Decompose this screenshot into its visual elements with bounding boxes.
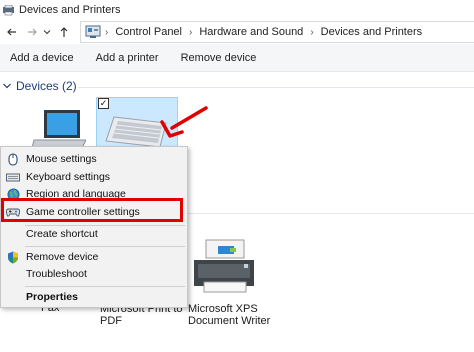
menu-item-label: Mouse settings — [26, 153, 97, 165]
menu-item-mouse-settings[interactable]: Mouse settings — [2, 150, 188, 168]
printers-group-divider — [186, 213, 474, 214]
context-menu: Mouse settings Keyboard settings Region … — [0, 146, 188, 308]
remove-device-button[interactable]: Remove device — [181, 52, 257, 64]
breadcrumb-separator: › — [189, 26, 193, 38]
back-button[interactable] — [4, 24, 20, 40]
menu-item-label: Keyboard settings — [26, 171, 111, 183]
menu-item-label: Properties — [26, 291, 78, 303]
annotation-arrow-icon — [160, 106, 208, 138]
mouse-icon — [6, 152, 20, 166]
devices-printers-icon — [3, 4, 14, 15]
devices-group-header[interactable]: Devices (2) — [0, 76, 474, 96]
command-bar: Add a device Add a printer Remove device — [0, 44, 474, 72]
selection-checkbox[interactable]: ✓ — [98, 98, 109, 109]
menu-divider — [25, 246, 185, 247]
menu-item-properties[interactable]: Properties — [2, 288, 188, 306]
menu-item-label: Remove device — [26, 251, 99, 263]
menu-item-create-shortcut[interactable]: Create shortcut — [2, 225, 188, 243]
menu-item-label: Troubleshoot — [26, 268, 87, 280]
menu-item-label: Create shortcut — [26, 228, 98, 240]
forward-button[interactable] — [24, 24, 40, 40]
arrow-up-icon — [60, 27, 68, 37]
breadcrumb-control-panel[interactable]: Control Panel — [115, 26, 182, 38]
printer-name-line: PDF — [100, 315, 122, 327]
shield-icon — [6, 250, 20, 264]
printer-icon[interactable] — [190, 238, 258, 298]
annotation-highlight-box — [1, 198, 183, 222]
menu-item-remove-device[interactable]: Remove device — [2, 248, 188, 266]
address-box[interactable]: › Control Panel › Hardware and Sound › D… — [80, 21, 474, 43]
add-printer-button[interactable]: Add a printer — [96, 52, 159, 64]
breadcrumb-separator: › — [310, 26, 314, 38]
menu-divider — [25, 286, 185, 287]
keyboard-icon — [6, 170, 20, 184]
printer-name-line: Microsoft XPS — [188, 303, 258, 315]
title-bar: Devices and Printers — [0, 0, 474, 20]
arrow-right-icon — [28, 28, 37, 36]
chevron-down-icon — [43, 30, 51, 35]
group-divider — [78, 87, 474, 88]
window-title: Devices and Printers — [19, 4, 121, 16]
control-panel-icon — [85, 25, 101, 38]
breadcrumb-hardware-and-sound[interactable]: Hardware and Sound — [199, 26, 303, 38]
address-bar: › Control Panel › Hardware and Sound › D… — [0, 20, 474, 44]
recent-locations-button[interactable] — [42, 24, 52, 40]
breadcrumb-separator: › — [105, 26, 109, 38]
arrow-left-icon — [7, 28, 16, 36]
menu-item-troubleshoot[interactable]: Troubleshoot — [2, 265, 188, 283]
menu-item-keyboard-settings[interactable]: Keyboard settings — [2, 168, 188, 186]
breadcrumb-devices-and-printers[interactable]: Devices and Printers — [321, 26, 423, 38]
devices-group-label: Devices (2) — [16, 79, 77, 93]
add-device-button[interactable]: Add a device — [10, 52, 74, 64]
up-button[interactable] — [56, 24, 72, 40]
printer-xps-label[interactable]: Microsoft XPS Document Writer — [188, 303, 270, 327]
chevron-down-icon — [3, 83, 11, 89]
printer-name-line: Document Writer — [188, 315, 271, 327]
devices-and-printers-window: Devices and Printers › Control Panel › H… — [0, 0, 474, 352]
